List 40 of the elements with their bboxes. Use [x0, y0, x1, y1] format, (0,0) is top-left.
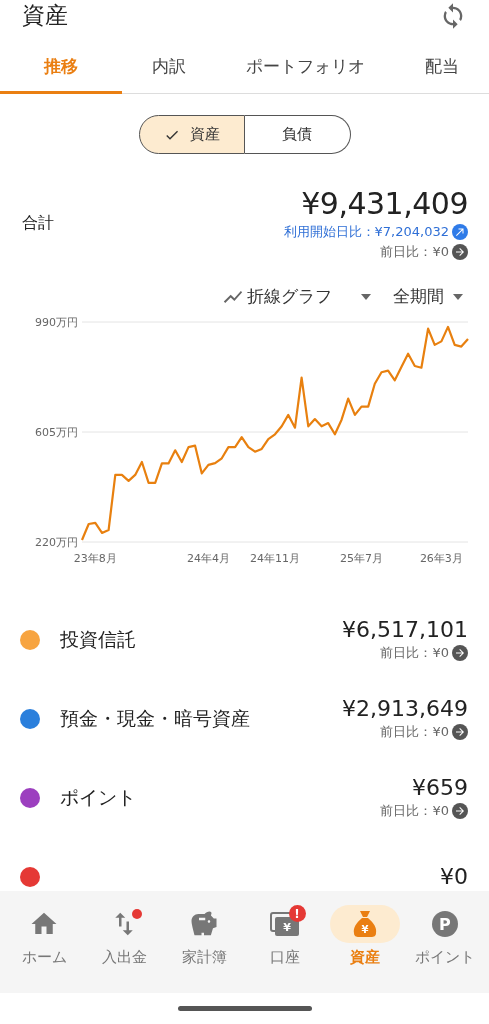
category-name: 預金・現金・暗号資産 — [60, 705, 251, 731]
category-amount: ¥2,913,649 — [342, 696, 468, 721]
tab[interactable]: ポートフォリオ — [216, 41, 395, 94]
day-change: 前日比：¥0 — [380, 243, 449, 261]
money-bag-icon: ¥ — [352, 910, 377, 938]
chart-type-dropdown[interactable]: 折線グラフ — [222, 285, 371, 308]
x-axis-label: 24年11月 — [250, 552, 300, 565]
x-axis-label: 24年4月 — [186, 552, 230, 565]
nav-item[interactable]: ホーム — [4, 905, 85, 993]
tab[interactable]: 配当 — [395, 41, 489, 94]
total-amount: ¥9,431,409 — [301, 186, 468, 221]
since-start-change: 利用開始日比：¥7,204,032 — [283, 223, 449, 241]
segment-button[interactable]: 資産 — [138, 115, 245, 154]
category-name: ポイント — [60, 784, 137, 810]
category-name: 投資信託 — [60, 626, 137, 652]
nav-item[interactable]: 入出金 — [84, 905, 165, 993]
alert-badge: ! — [288, 905, 306, 922]
page-title: 資産 — [22, 1, 68, 30]
x-axis-label: 25年7月 — [340, 552, 383, 565]
y-axis-label: 990万円 — [35, 316, 78, 329]
day-change: 前日比：¥0 — [380, 802, 449, 820]
day-change: 前日比：¥0 — [380, 723, 449, 741]
caret-icon — [453, 293, 463, 300]
category-amount: ¥659 — [412, 775, 468, 800]
tab[interactable]: 内訳 — [122, 41, 216, 94]
nav-item[interactable]: P ポイント — [404, 905, 486, 993]
nav-item[interactable]: ¥ ! 口座 — [244, 905, 325, 993]
points-icon: P — [431, 911, 458, 937]
y-axis-label: 220万円 — [35, 536, 78, 549]
x-axis-label: 23年8月 — [73, 552, 117, 565]
y-axis-label: 605万円 — [35, 426, 78, 439]
category-amount: ¥6,517,101 — [342, 617, 468, 642]
x-axis-label: 26年3月 — [419, 552, 463, 565]
total-label: 合計 — [22, 213, 54, 234]
period-dropdown[interactable]: 全期間 — [393, 285, 463, 308]
category-amount: ¥0 — [440, 864, 468, 889]
caret-icon — [361, 293, 371, 300]
day-change: 前日比：¥0 — [380, 644, 449, 662]
segment-button[interactable]: 負債 — [244, 115, 351, 154]
nav-item[interactable]: 家計簿 — [164, 905, 245, 993]
